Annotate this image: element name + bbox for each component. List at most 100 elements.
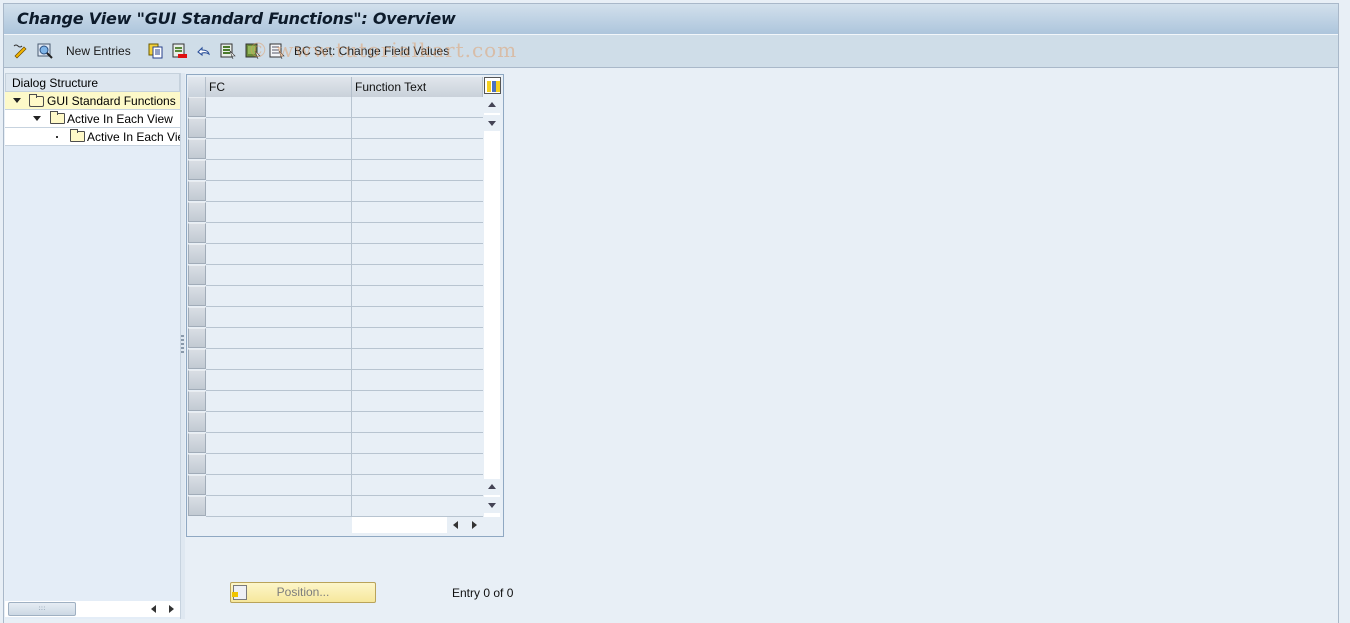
row-selector[interactable]	[188, 370, 206, 390]
scroll-right-icon[interactable]	[169, 605, 174, 613]
new-entries-button[interactable]: New Entries	[66, 42, 131, 60]
tree-node-active-in-each-view-sub[interactable]: Active In Each View	[5, 128, 180, 146]
table-row[interactable]	[187, 412, 483, 433]
cell-function-text[interactable]	[352, 370, 483, 391]
tree-horizontal-scrollbar[interactable]: :::	[5, 601, 180, 617]
cell-fc[interactable]	[206, 496, 352, 517]
cell-function-text[interactable]	[352, 496, 483, 517]
cell-fc[interactable]	[206, 118, 352, 139]
row-selector[interactable]	[188, 328, 206, 348]
row-selector[interactable]	[188, 391, 206, 411]
row-selector[interactable]	[188, 244, 206, 264]
table-row[interactable]	[187, 433, 483, 454]
cell-function-text[interactable]	[352, 286, 483, 307]
cell-fc[interactable]	[206, 370, 352, 391]
table-row[interactable]	[187, 496, 483, 517]
row-selector[interactable]	[188, 307, 206, 327]
cell-fc[interactable]	[206, 286, 352, 307]
cell-fc[interactable]	[206, 475, 352, 496]
row-selector[interactable]	[188, 139, 206, 159]
select-all-button[interactable]	[220, 42, 236, 60]
table-row[interactable]	[187, 97, 483, 118]
row-selector[interactable]	[188, 412, 206, 432]
tree-node-active-in-each-view[interactable]: Active In Each View	[5, 110, 180, 128]
row-selector[interactable]	[188, 349, 206, 369]
cell-fc[interactable]	[206, 349, 352, 370]
cell-function-text[interactable]	[352, 244, 483, 265]
cell-function-text[interactable]	[352, 475, 483, 496]
row-selector[interactable]	[188, 118, 206, 138]
cell-function-text[interactable]	[352, 139, 483, 160]
cell-fc[interactable]	[206, 160, 352, 181]
row-selector[interactable]	[188, 97, 206, 117]
row-selector[interactable]	[188, 433, 206, 453]
table-row[interactable]	[187, 223, 483, 244]
cell-function-text[interactable]	[352, 433, 483, 454]
scroll-right-button[interactable]	[466, 517, 482, 533]
table-row[interactable]	[187, 181, 483, 202]
delete-button[interactable]	[172, 42, 188, 60]
splitter-grip-icon[interactable]	[181, 335, 184, 353]
panel-splitter[interactable]	[181, 73, 185, 619]
table-settings-icon[interactable]	[484, 77, 501, 94]
cell-fc[interactable]	[206, 244, 352, 265]
table-row[interactable]	[187, 244, 483, 265]
expand-triangle-icon[interactable]	[33, 116, 41, 121]
scroll-up-button[interactable]	[484, 97, 500, 113]
row-selector[interactable]	[188, 286, 206, 306]
cell-fc[interactable]	[206, 307, 352, 328]
tree-node-gui-standard-functions[interactable]: GUI Standard Functions	[5, 92, 180, 110]
table-vertical-scrollbar[interactable]	[484, 97, 500, 517]
table-row[interactable]	[187, 307, 483, 328]
table-row[interactable]	[187, 118, 483, 139]
table-row[interactable]	[187, 475, 483, 496]
cell-function-text[interactable]	[352, 349, 483, 370]
cell-fc[interactable]	[206, 328, 352, 349]
cell-function-text[interactable]	[352, 97, 483, 118]
cell-function-text[interactable]	[352, 391, 483, 412]
table-row[interactable]	[187, 391, 483, 412]
cell-function-text[interactable]	[352, 223, 483, 244]
cell-function-text[interactable]	[352, 265, 483, 286]
cell-fc[interactable]	[206, 139, 352, 160]
column-header-function-text[interactable]: Function Text	[352, 77, 483, 97]
row-selector[interactable]	[188, 454, 206, 474]
table-row[interactable]	[187, 160, 483, 181]
table-row[interactable]	[187, 286, 483, 307]
table-row[interactable]	[187, 328, 483, 349]
undo-change-button[interactable]	[196, 42, 212, 60]
cell-fc[interactable]	[206, 412, 352, 433]
table-row[interactable]	[187, 265, 483, 286]
row-selector[interactable]	[188, 181, 206, 201]
cell-function-text[interactable]	[352, 328, 483, 349]
row-selector[interactable]	[188, 265, 206, 285]
deselect-all-button[interactable]	[269, 42, 285, 60]
cell-fc[interactable]	[206, 181, 352, 202]
find-button[interactable]	[37, 42, 53, 60]
copy-as-button[interactable]	[148, 42, 164, 60]
cell-function-text[interactable]	[352, 118, 483, 139]
expand-triangle-icon[interactable]	[13, 98, 21, 103]
table-row[interactable]	[187, 202, 483, 223]
cell-function-text[interactable]	[352, 412, 483, 433]
cell-fc[interactable]	[206, 265, 352, 286]
scroll-left-button[interactable]	[448, 517, 464, 533]
table-horizontal-scrollbar[interactable]	[352, 517, 447, 533]
scroll-left-icon[interactable]	[151, 605, 156, 613]
table-row[interactable]	[187, 349, 483, 370]
cell-fc[interactable]	[206, 223, 352, 244]
display-change-button[interactable]	[12, 42, 28, 60]
cell-fc[interactable]	[206, 433, 352, 454]
scroll-thumb[interactable]: :::	[8, 602, 76, 616]
cell-function-text[interactable]	[352, 181, 483, 202]
cell-function-text[interactable]	[352, 307, 483, 328]
row-selector[interactable]	[188, 496, 206, 516]
cell-function-text[interactable]	[352, 160, 483, 181]
row-selector[interactable]	[188, 202, 206, 222]
cell-fc[interactable]	[206, 454, 352, 475]
row-selector[interactable]	[188, 475, 206, 495]
scroll-down-button[interactable]	[484, 115, 500, 131]
column-header-fc[interactable]: FC	[206, 77, 352, 97]
cell-fc[interactable]	[206, 97, 352, 118]
table-row[interactable]	[187, 370, 483, 391]
